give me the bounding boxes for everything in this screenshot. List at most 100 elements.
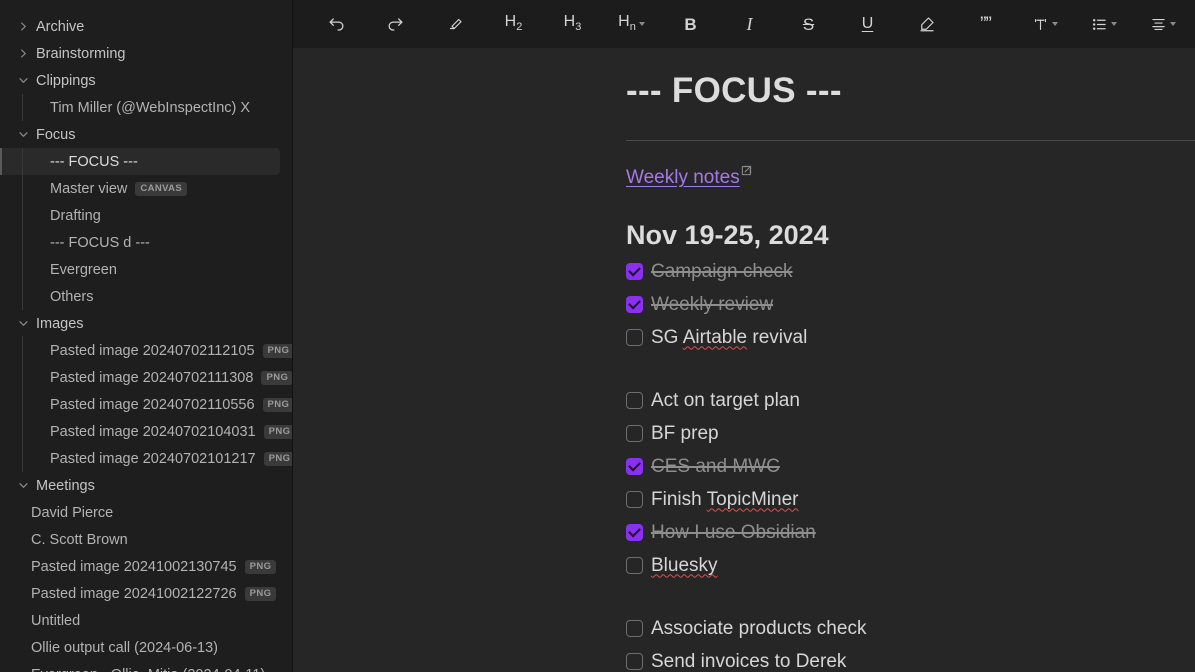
checkbox-checked-icon[interactable] — [626, 263, 643, 280]
underline-icon[interactable]: U — [838, 4, 897, 44]
task-label[interactable]: BF prep — [651, 423, 719, 445]
tree-guide-line — [22, 336, 23, 472]
sidebar-item-label: Untitled — [31, 612, 81, 629]
sidebar-item-focus[interactable]: --- FOCUS --- — [0, 148, 280, 175]
toolbar-button-label: H2 — [504, 13, 523, 34]
strikethrough-icon[interactable]: S — [779, 4, 838, 44]
date-heading: Nov 19-25, 2024 — [626, 220, 829, 250]
chevron-down-icon[interactable] — [1110, 22, 1117, 26]
checkbox-unchecked-icon[interactable] — [626, 491, 643, 508]
sidebar-item-ollie-output-call-2024-06-13[interactable]: Ollie output call (2024-06-13) — [0, 634, 292, 661]
sidebar-folder-clippings[interactable]: Clippings — [0, 67, 292, 94]
chevron-down-icon[interactable] — [1169, 22, 1176, 26]
sidebar-item-label: Archive — [36, 18, 85, 35]
editor-toolbar[interactable]: H2 H3 Hn B I S U ”” — [293, 0, 1195, 48]
sidebar-item-master-view[interactable]: Master view CANVAS — [0, 175, 292, 202]
redo-icon[interactable] — [366, 4, 425, 44]
chevron-down-icon[interactable] — [18, 75, 29, 86]
checkbox-unchecked-icon[interactable] — [626, 653, 643, 670]
sidebar-folder-brainstorming[interactable]: Brainstorming — [0, 40, 292, 67]
task-item: Act on target plan — [626, 384, 1195, 417]
task-label[interactable]: SG Airtable revival — [651, 327, 807, 349]
chevron-down-icon[interactable] — [638, 22, 645, 26]
sidebar-item-label: Pasted image 20240702101217 — [50, 450, 256, 467]
sidebar-item-label: Brainstorming — [36, 45, 126, 62]
checkbox-unchecked-icon[interactable] — [626, 392, 643, 409]
checkbox-checked-icon[interactable] — [626, 524, 643, 541]
document-view[interactable]: --- FOCUS --- Weekly notes Nov 19-25, 20… — [293, 48, 1195, 672]
sidebar-item-pasted-image-20240702111308[interactable]: Pasted image 20240702111308 PNG — [0, 364, 292, 391]
bullet-list-icon[interactable] — [1074, 4, 1133, 44]
checkbox-checked-icon[interactable] — [626, 296, 643, 313]
chevron-down-icon[interactable] — [1051, 22, 1058, 26]
sidebar-item-pasted-image-20241002122726[interactable]: Pasted image 20241002122726 PNG — [0, 580, 292, 607]
italic-icon[interactable]: I — [720, 4, 779, 44]
chevron-right-icon[interactable] — [18, 48, 29, 59]
tree-guide-line — [22, 94, 23, 121]
sidebar-item-others[interactable]: Others — [0, 283, 292, 310]
align-icon[interactable] — [1133, 4, 1192, 44]
chevron-right-icon[interactable] — [18, 21, 29, 32]
sidebar-item-tim-miller-webinspectinc-x[interactable]: Tim Miller (@WebInspectInc) X — [0, 94, 292, 121]
task-item: BF prep — [626, 417, 1195, 450]
checkbox-unchecked-icon[interactable] — [626, 425, 643, 442]
task-label[interactable]: Weekly review — [651, 294, 773, 316]
task-label[interactable]: How I use Obsidian — [651, 522, 816, 544]
text-format-icon[interactable] — [1015, 4, 1074, 44]
bold-icon[interactable]: B — [661, 4, 720, 44]
file-type-badge: PNG — [261, 370, 292, 385]
task-label[interactable]: CES and MWC — [651, 456, 780, 478]
page-title: --- FOCUS --- — [626, 71, 842, 110]
task-item: Bluesky — [626, 549, 1195, 582]
blockquote-icon[interactable]: ”” — [956, 4, 1015, 44]
sidebar-item-untitled[interactable]: Untitled — [0, 607, 292, 634]
sidebar-item-c-scott-brown[interactable]: C. Scott Brown — [0, 526, 292, 553]
chevron-down-icon[interactable] — [18, 480, 29, 491]
sidebar-folder-focus[interactable]: Focus — [0, 121, 292, 148]
sidebar-item-label: --- FOCUS --- — [50, 153, 138, 170]
heading-3-icon[interactable]: H3 — [543, 4, 602, 44]
file-type-badge: PNG — [262, 343, 292, 358]
undo-icon[interactable] — [307, 4, 366, 44]
weekly-notes-link[interactable]: Weekly notes — [626, 167, 740, 188]
clear-formatting-icon[interactable] — [425, 4, 484, 44]
sidebar-folder-images[interactable]: Images — [0, 310, 292, 337]
sidebar-item-pasted-image-20240702104031[interactable]: Pasted image 20240702104031 PNG — [0, 418, 292, 445]
checkbox-checked-icon[interactable] — [626, 458, 643, 475]
sidebar-folder-meetings[interactable]: Meetings — [0, 472, 292, 499]
sidebar-item-pasted-image-20240702112105[interactable]: Pasted image 20240702112105 PNG — [0, 337, 292, 364]
task-label[interactable]: Bluesky — [651, 555, 718, 577]
checkbox-unchecked-icon[interactable] — [626, 620, 643, 637]
sidebar-item-evergreen[interactable]: Evergreen — [0, 256, 292, 283]
sidebar-item-drafting[interactable]: Drafting — [0, 202, 292, 229]
task-label[interactable]: Act on target plan — [651, 390, 800, 412]
toolbar-button-label: Hn — [618, 13, 636, 34]
task-label[interactable]: Campaign check — [651, 261, 793, 283]
task-item: Weekly review — [626, 288, 1195, 321]
task-list[interactable]: Campaign check Weekly review SG Airtable r… — [626, 255, 1195, 672]
sidebar-item-david-pierce[interactable]: David Pierce — [0, 499, 292, 526]
sidebar-item-pasted-image-20240702101217[interactable]: Pasted image 20240702101217 PNG — [0, 445, 292, 472]
chevron-down-icon[interactable] — [18, 318, 29, 329]
checkbox-unchecked-icon[interactable] — [626, 329, 643, 346]
sidebar-item-pasted-image-20241002130745[interactable]: Pasted image 20241002130745 PNG — [0, 553, 292, 580]
sidebar-item-label: Master view — [50, 180, 128, 197]
chevron-down-icon[interactable] — [18, 129, 29, 140]
checkbox-unchecked-icon[interactable] — [626, 557, 643, 574]
sidebar-item-evergreen-ollie-mitja-2024-04-11[interactable]: Evergreen - Ollie, Mitja (2024-04-11) — [0, 661, 292, 672]
sidebar-item-label: Focus — [36, 126, 76, 143]
task-item: Send invoices to Derek — [626, 645, 1195, 672]
highlight-icon[interactable] — [897, 4, 956, 44]
file-tree[interactable]: Archive Brainstorming Clippings Tim Miller … — [0, 13, 292, 672]
sidebar-item-pasted-image-20240702110556[interactable]: Pasted image 20240702110556 PNG — [0, 391, 292, 418]
heading-2-icon[interactable]: H2 — [484, 4, 543, 44]
sidebar-folder-archive[interactable]: Archive — [0, 13, 292, 40]
task-item: Associate products check — [626, 612, 1195, 645]
heading-n-icon[interactable]: Hn — [602, 4, 661, 44]
file-explorer-sidebar[interactable]: Archive Brainstorming Clippings Tim Miller … — [0, 0, 293, 672]
task-label[interactable]: Associate products check — [651, 618, 866, 640]
task-label[interactable]: Finish TopicMiner — [651, 489, 799, 511]
task-item: Campaign check — [626, 255, 1195, 288]
task-label[interactable]: Send invoices to Derek — [651, 651, 846, 672]
sidebar-item-focus-d[interactable]: --- FOCUS d --- — [0, 229, 292, 256]
